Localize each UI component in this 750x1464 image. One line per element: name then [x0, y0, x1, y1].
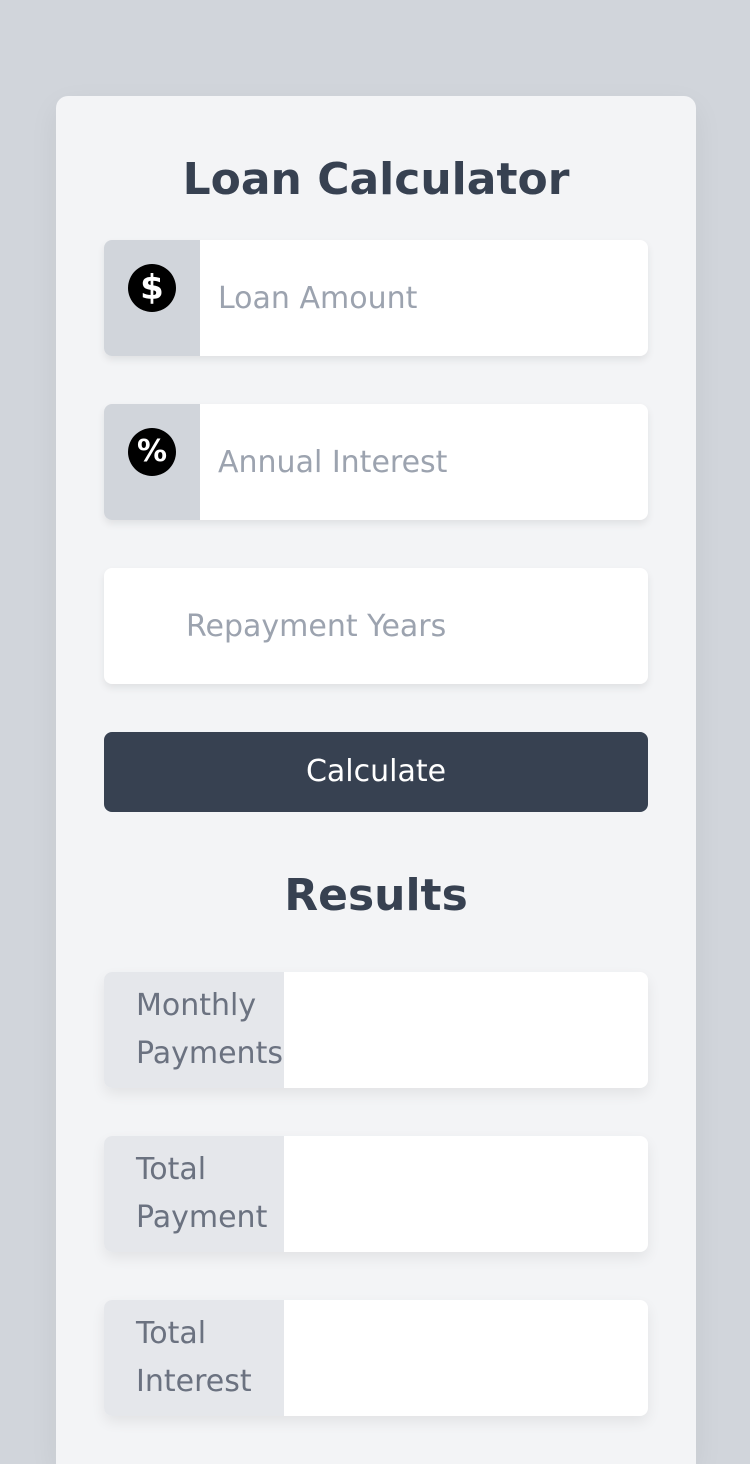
- page-title: Loan Calculator: [182, 154, 570, 205]
- loan-amount-field: $: [104, 240, 648, 356]
- monthly-payments-value: [284, 972, 648, 1088]
- loan-calculator-card: Loan Calculator $ % Calculate Results Mo…: [56, 96, 696, 1464]
- total-interest-label-line1: Total: [136, 1316, 207, 1351]
- annual-interest-input[interactable]: [218, 404, 628, 520]
- loan-amount-addon: $: [104, 240, 200, 356]
- total-interest-label: Total Interest: [104, 1300, 284, 1416]
- total-interest-value: [284, 1300, 648, 1416]
- total-payment-value: [284, 1136, 648, 1252]
- results-title: Results: [284, 870, 468, 921]
- total-payment-label-line2: Payment: [136, 1200, 268, 1235]
- total-payment-label-line1: Total: [136, 1152, 207, 1187]
- annual-interest-field: %: [104, 404, 648, 520]
- loan-amount-input[interactable]: [218, 240, 628, 356]
- total-payment-label: Total Payment: [104, 1136, 284, 1252]
- monthly-payments-label-line1: Monthly: [136, 988, 257, 1023]
- total-interest-label-line2: Interest: [136, 1364, 252, 1399]
- monthly-payments-label-line2: Payments: [136, 1036, 283, 1071]
- calculate-button[interactable]: Calculate: [104, 732, 648, 812]
- annual-interest-addon: %: [104, 404, 200, 520]
- total-interest-result: Total Interest: [104, 1300, 648, 1416]
- total-payment-result: Total Payment: [104, 1136, 648, 1252]
- monthly-payments-label: Monthly Payments: [104, 972, 284, 1088]
- repayment-years-field: [104, 568, 648, 684]
- percent-icon: %: [128, 428, 176, 476]
- repayment-years-input[interactable]: [186, 568, 626, 684]
- monthly-payments-result: Monthly Payments: [104, 972, 648, 1088]
- dollar-icon: $: [128, 264, 176, 312]
